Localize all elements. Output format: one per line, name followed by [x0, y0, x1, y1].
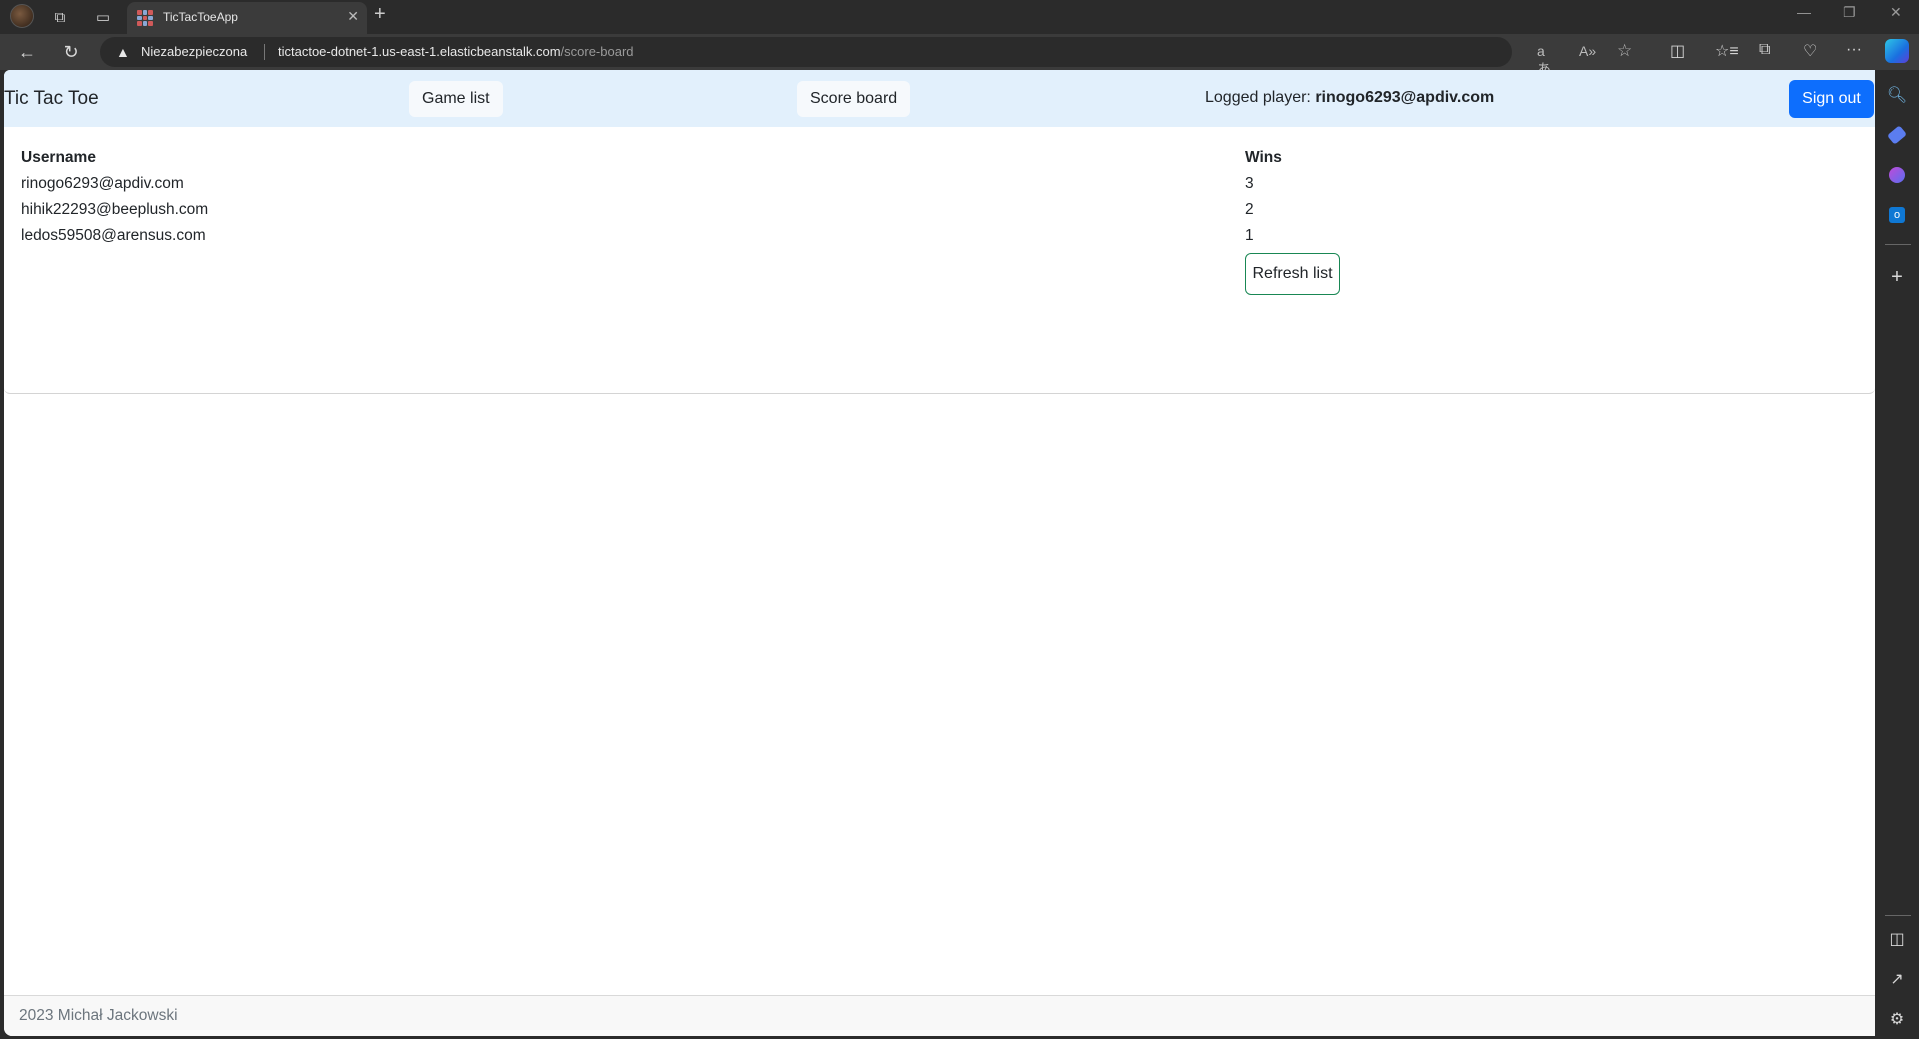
- tab-title: TicTacToeApp: [163, 10, 238, 24]
- url-text[interactable]: tictactoe-dotnet-1.us-east-1.elasticbean…: [278, 44, 634, 59]
- footer-text: 2023 Michał Jackowski: [19, 1007, 178, 1024]
- collections-icon[interactable]: ⧉: [1759, 41, 1770, 59]
- wins-cell: 2: [1245, 201, 1254, 218]
- logged-player-label: Logged player:: [1205, 89, 1316, 106]
- logged-player-email: rinogo6293@apdiv.com: [1315, 89, 1495, 106]
- browser-essentials-icon[interactable]: ♡: [1803, 41, 1817, 61]
- tab-close-icon[interactable]: ✕: [347, 8, 359, 25]
- open-external-icon[interactable]: ↗: [1885, 967, 1909, 991]
- copilot-icon[interactable]: [1885, 39, 1909, 63]
- nav-score-board[interactable]: Score board: [797, 81, 911, 117]
- minimize-icon[interactable]: —: [1797, 4, 1811, 20]
- refresh-list-button[interactable]: Refresh list: [1245, 253, 1340, 295]
- vertical-tabs-icon[interactable]: ▭: [91, 5, 115, 29]
- restore-icon[interactable]: ❐: [1843, 4, 1856, 21]
- favorites-icon[interactable]: ☆≡: [1715, 41, 1739, 61]
- url-host: tictactoe-dotnet-1.us-east-1.elasticbean…: [278, 44, 561, 59]
- tictactoe-favicon-icon: [137, 10, 153, 26]
- browser-tab-active[interactable]: TicTacToeApp ✕: [127, 2, 367, 34]
- username-cell: hihik22293@beeplush.com: [21, 201, 209, 218]
- split-screen-icon[interactable]: ◫: [1670, 41, 1685, 61]
- more-menu-icon[interactable]: ···: [1846, 41, 1862, 59]
- back-icon[interactable]: ←: [15, 40, 39, 64]
- web-page: Tic Tac Toe Game list Score board Logged…: [4, 70, 1875, 1036]
- search-icon[interactable]: 🔍︎: [1885, 83, 1909, 107]
- window-close-icon[interactable]: ✕: [1890, 4, 1902, 21]
- wins-cell: 3: [1245, 175, 1254, 192]
- wins-cell: 1: [1245, 227, 1254, 244]
- logged-player: Logged player: rinogo6293@apdiv.com: [1205, 89, 1494, 107]
- username-column: Username rinogo6293@apdiv.com hihik22293…: [21, 145, 208, 249]
- shopping-tag-icon[interactable]: [1885, 123, 1909, 147]
- footer: 2023 Michał Jackowski: [4, 995, 1875, 1036]
- warning-icon: ▲: [116, 44, 130, 60]
- wins-column: Wins 3 2 1 Refresh list: [1245, 145, 1340, 295]
- column-header-username: Username: [21, 149, 96, 166]
- workspaces-icon[interactable]: ⧉: [48, 5, 72, 29]
- add-sidebar-app-icon[interactable]: +: [1885, 265, 1909, 289]
- hide-sidebar-icon[interactable]: ◫: [1885, 927, 1909, 951]
- new-tab-button[interactable]: +: [374, 3, 386, 26]
- sidebar-divider: [1885, 915, 1911, 916]
- column-header-wins: Wins: [1245, 149, 1282, 166]
- username-cell: rinogo6293@apdiv.com: [21, 175, 184, 192]
- browser-toolbar: ← ↻ ▲ Niezabezpieczona tictactoe-dotnet-…: [0, 34, 1919, 77]
- brand-title[interactable]: Tic Tac Toe: [4, 88, 99, 110]
- browser-tab-bar: ⧉ ▭ TicTacToeApp ✕ + — ❐ ✕: [0, 0, 1919, 34]
- outlook-icon[interactable]: o: [1885, 203, 1909, 227]
- browser-sidebar: 🔍︎ o + ◫ ↗ ⚙: [1875, 70, 1919, 1039]
- address-bar[interactable]: ▲ Niezabezpieczona tictactoe-dotnet-1.us…: [100, 37, 1632, 77]
- read-aloud-icon[interactable]: A»: [1579, 43, 1596, 59]
- url-path: /score-board: [560, 44, 634, 59]
- omnibox-divider: [264, 44, 265, 60]
- microsoft365-icon[interactable]: [1885, 163, 1909, 187]
- settings-gear-icon[interactable]: ⚙: [1885, 1007, 1909, 1031]
- username-cell: ledos59508@arensus.com: [21, 227, 206, 244]
- reload-icon[interactable]: ↻: [59, 40, 83, 64]
- navbar: Tic Tac Toe Game list Score board Logged…: [4, 70, 1875, 127]
- scoreboard-table: Username rinogo6293@apdiv.com hihik22293…: [4, 127, 1875, 394]
- security-label[interactable]: Niezabezpieczona: [141, 44, 247, 59]
- profile-avatar[interactable]: [10, 4, 34, 28]
- sidebar-divider: [1885, 244, 1911, 245]
- nav-game-list[interactable]: Game list: [409, 81, 503, 117]
- sign-out-button[interactable]: Sign out: [1789, 80, 1874, 118]
- favorite-star-icon[interactable]: ☆: [1617, 41, 1632, 61]
